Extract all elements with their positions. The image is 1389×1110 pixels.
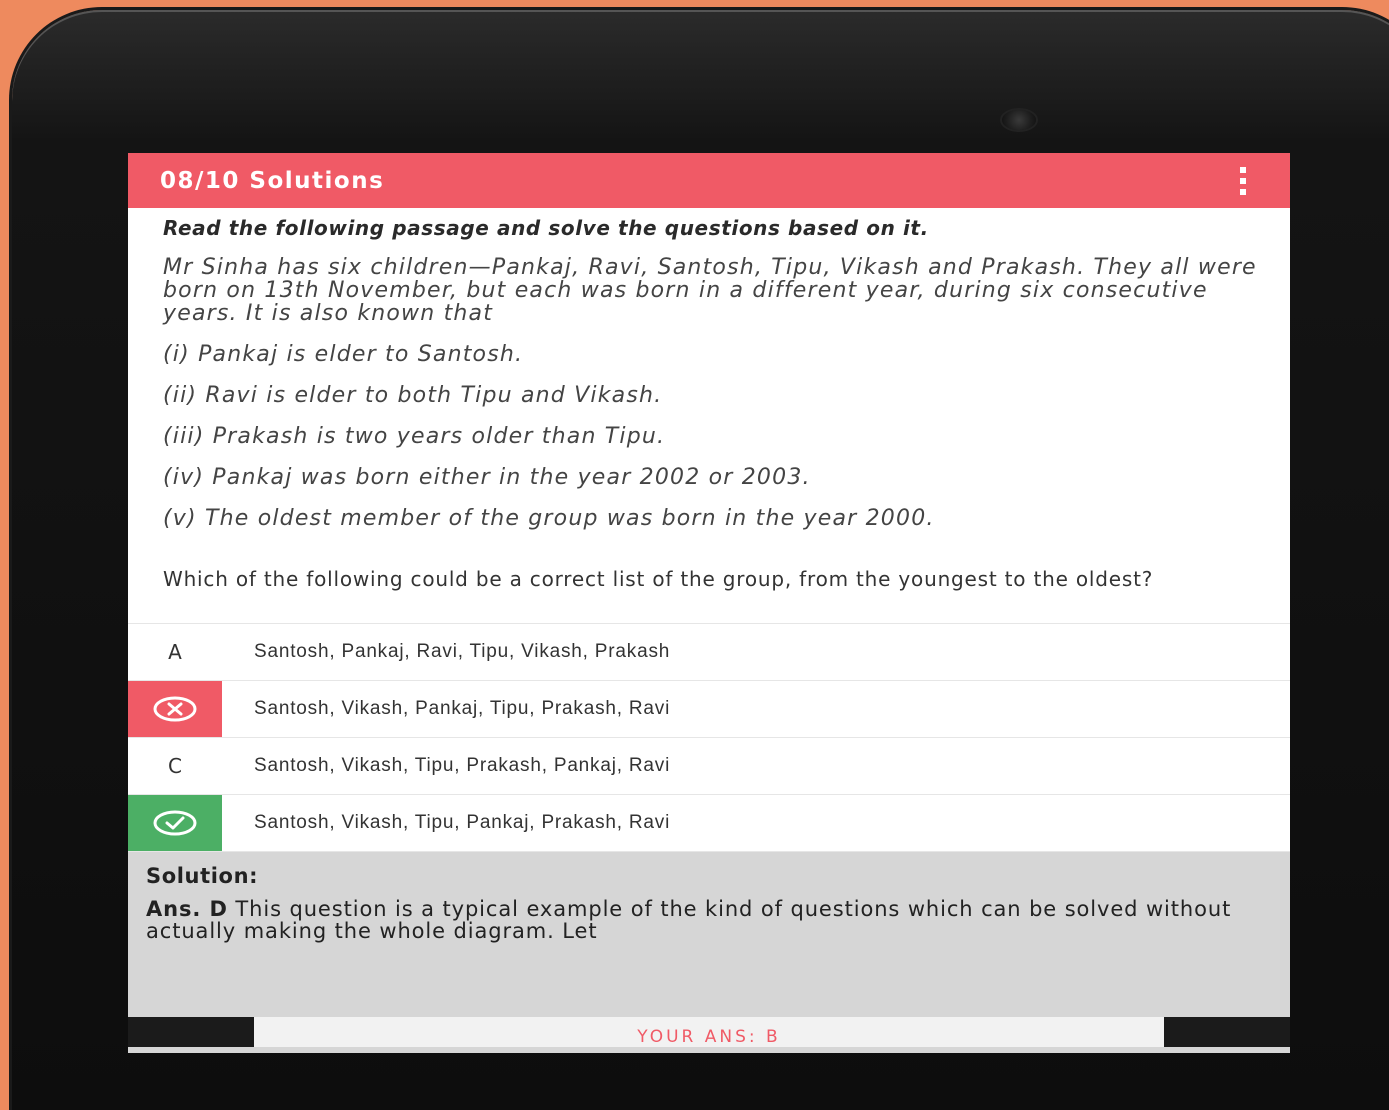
answer-options: A Santosh, Pankaj, Ravi, Tipu, Vikash, P… (128, 623, 1290, 852)
passage: Mr Sinha has six children—Pankaj, Ravi, … (163, 256, 1264, 530)
passage-intro: Mr Sinha has six children—Pankaj, Ravi, … (163, 255, 1257, 326)
solution-answer-label: Ans. D (146, 897, 228, 921)
option-a-label: A (168, 640, 182, 664)
your-answer-bar: YOUR ANS: B (128, 1017, 1290, 1047)
option-a[interactable]: A Santosh, Pankaj, Ravi, Tipu, Vikash, P… (128, 624, 1290, 681)
solution-body: Ans. D This question is a typical exampl… (146, 898, 1272, 942)
page-title: 08/10 Solutions (160, 167, 385, 194)
instruction-text: Read the following passage and solve the… (163, 216, 929, 240)
your-answer-text: YOUR ANS: B (637, 1027, 781, 1047)
option-c[interactable]: C Santosh, Vikash, Tipu, Prakash, Pankaj… (128, 738, 1290, 795)
app-bar: 08/10 Solutions (128, 153, 1290, 208)
option-d-text: Santosh, Vikash, Tipu, Pankaj, Prakash, … (254, 812, 671, 833)
solution-text: This question is a typical example of th… (146, 897, 1232, 943)
solution-heading: Solution: (146, 864, 259, 888)
option-b[interactable]: Santosh, Vikash, Pankaj, Tipu, Prakash, … (128, 681, 1290, 738)
option-b-text: Santosh, Vikash, Pankaj, Tipu, Prakash, … (254, 698, 671, 719)
passage-clue: (v) The oldest member of the group was b… (163, 506, 935, 531)
check-circle-icon (128, 795, 222, 851)
passage-clue: (i) Pankaj is elder to Santosh. (163, 342, 524, 367)
wrong-circle-icon (128, 681, 222, 737)
option-a-text: Santosh, Pankaj, Ravi, Tipu, Vikash, Pra… (254, 641, 671, 662)
option-c-text: Santosh, Vikash, Tipu, Prakash, Pankaj, … (254, 755, 671, 776)
app-screen: 08/10 Solutions Read the following passa… (128, 153, 1290, 1053)
passage-clue: (ii) Ravi is elder to both Tipu and Vika… (163, 383, 663, 408)
your-answer-chip: YOUR ANS: B (254, 1017, 1164, 1047)
question-text: Which of the following could be a correc… (163, 567, 1154, 591)
question-content: Read the following passage and solve the… (128, 208, 1290, 591)
option-c-label: C (168, 754, 182, 778)
option-d[interactable]: Santosh, Vikash, Tipu, Pankaj, Prakash, … (128, 795, 1290, 852)
camera-lens (1002, 110, 1036, 130)
passage-clue: (iv) Pankaj was born either in the year … (163, 465, 811, 490)
passage-clue: (iii) Prakash is two years older than Ti… (163, 424, 666, 449)
more-vert-icon[interactable] (1236, 167, 1250, 195)
